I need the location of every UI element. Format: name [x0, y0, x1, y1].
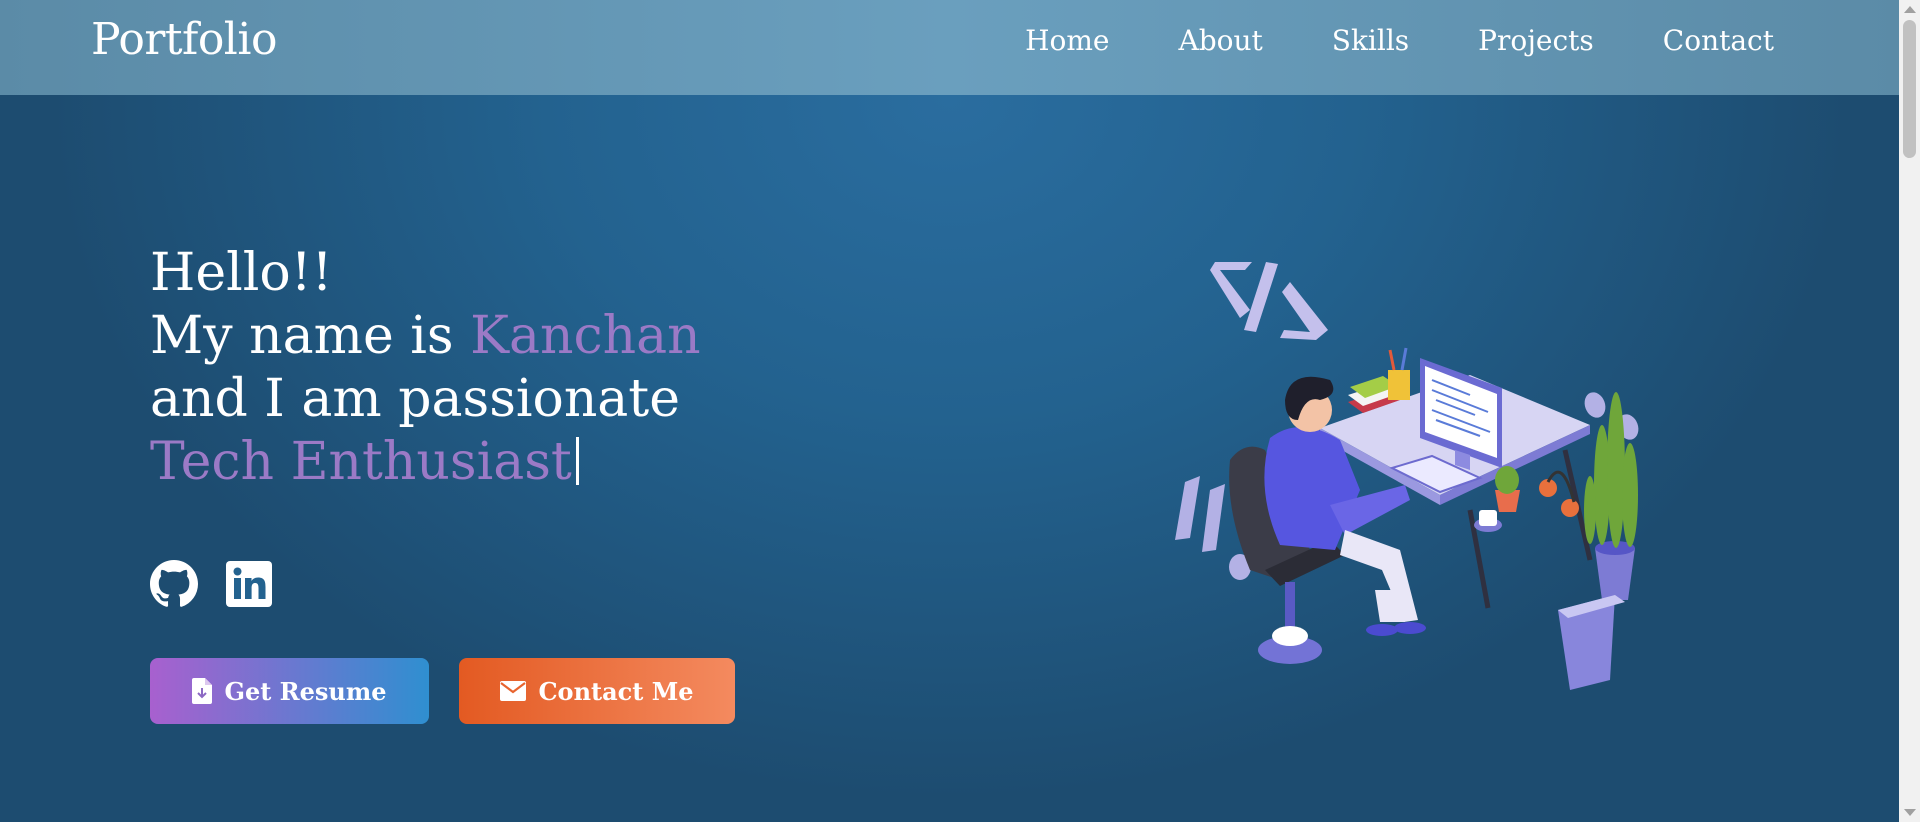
page-scrollbar[interactable] — [1899, 0, 1920, 822]
get-resume-label: Get Resume — [224, 676, 387, 706]
code-brackets-icon — [1210, 262, 1328, 340]
hero-name: Kanchan — [470, 306, 701, 366]
hero-greeting: Hello!! — [150, 243, 333, 303]
nav-link-home[interactable]: Home — [1025, 24, 1109, 57]
contact-me-button[interactable]: Contact Me — [459, 658, 735, 724]
scroll-up-arrow-icon[interactable] — [1904, 6, 1916, 13]
scrollbar-thumb[interactable] — [1903, 20, 1916, 158]
brand-logo[interactable]: Portfolio — [91, 14, 277, 65]
navbar: Portfolio Home About Skills Projects Con… — [0, 0, 1899, 95]
nav-link-about[interactable]: About — [1178, 24, 1262, 57]
hero-typed-text: Tech Enthusiast — [150, 432, 572, 492]
hero-name-line: My name is Kanchan — [150, 305, 701, 368]
linkedin-icon[interactable] — [225, 560, 273, 608]
nav-links: Home About Skills Projects Contact — [956, 24, 1774, 57]
scroll-down-arrow-icon[interactable] — [1904, 809, 1916, 816]
social-links — [150, 560, 273, 608]
hero-typed-line: Tech Enthusiast — [150, 431, 701, 494]
github-icon[interactable] — [150, 560, 198, 608]
hero-passion-line: and I am passionate — [150, 369, 680, 429]
hero-name-prefix: My name is — [150, 306, 471, 366]
envelope-icon — [500, 681, 527, 701]
contact-me-label: Contact Me — [538, 676, 694, 706]
developer-desk-illustration — [1175, 262, 1639, 690]
nav-link-projects[interactable]: Projects — [1478, 24, 1594, 57]
get-resume-button[interactable]: Get Resume — [150, 658, 429, 724]
typing-cursor — [575, 437, 579, 485]
nav-link-contact[interactable]: Contact — [1663, 24, 1774, 57]
hero-intro: Hello!! My name is Kanchan and I am pass… — [150, 242, 701, 494]
file-download-icon — [192, 678, 213, 704]
nav-link-skills[interactable]: Skills — [1332, 24, 1409, 57]
